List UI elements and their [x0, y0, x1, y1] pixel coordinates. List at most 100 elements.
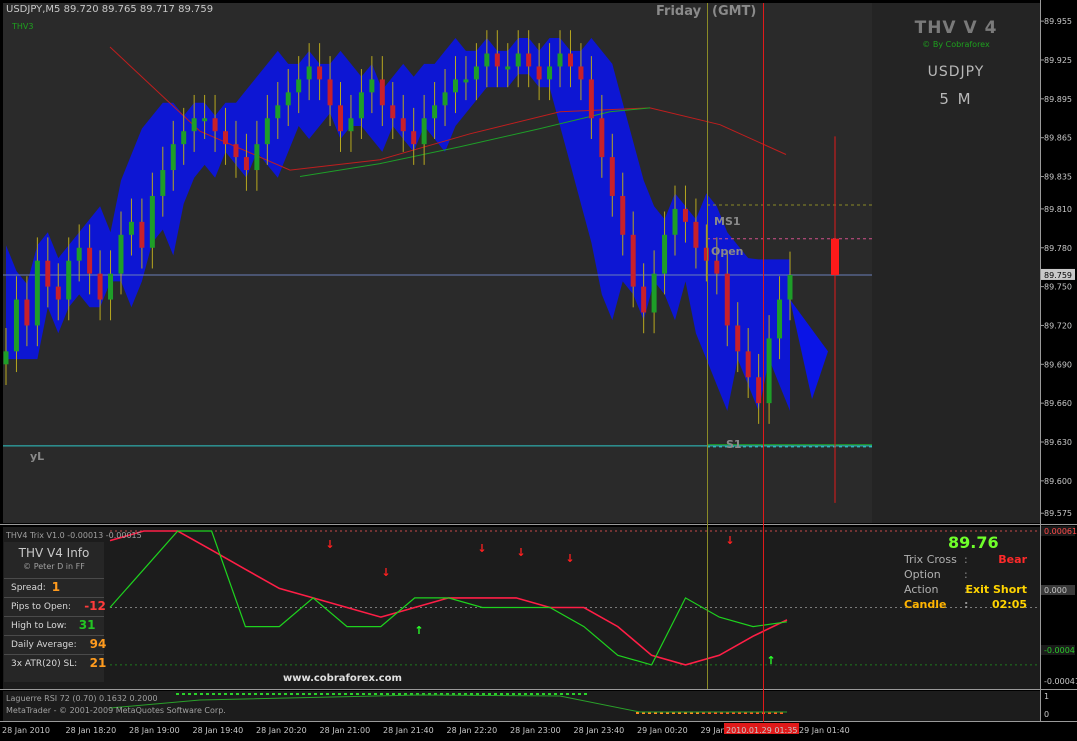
x-tick-label: 28 Jan 19:40: [193, 726, 244, 735]
candle-body: [3, 351, 9, 365]
info-row-label: Spread:: [11, 583, 46, 593]
candle-body: [693, 221, 699, 248]
candle-body: [275, 105, 281, 119]
y-tick-label: 89.630: [1044, 438, 1072, 447]
laguerre-dot: [506, 693, 509, 695]
trix-tick-label: -0.00041: [1044, 677, 1077, 686]
laguerre-dot: [206, 693, 209, 695]
trix-summary-value: 02:05: [991, 598, 1027, 611]
x-tick-label: 28 Jan 22:20: [447, 726, 498, 735]
candle-body: [34, 260, 40, 326]
x-tick-label: 28 Jan 2010: [2, 726, 50, 735]
laguerre-dot: [494, 693, 497, 695]
candle-body: [651, 273, 657, 313]
candle-body: [296, 79, 302, 93]
trix-summary-sep: :: [964, 598, 969, 611]
candle-body: [306, 66, 312, 80]
candle-body: [66, 260, 72, 300]
candle-body: [390, 105, 396, 119]
laguerre-dot: [314, 693, 317, 695]
x-tick-label: 28 Jan 18:20: [66, 726, 117, 735]
price-chart[interactable]: ↓ ↓ ↓ ↓ ↓ ↓ ↑ ↑ 0.00061 0.000 -0.0004 -0.00041 1 0 8…: [0, 0, 1077, 737]
candle-body: [285, 92, 291, 106]
candle-body: [557, 53, 563, 67]
candle-body: [432, 105, 438, 119]
laguerre-dot: [272, 693, 275, 695]
laguerre-dot: [236, 693, 239, 695]
y-tick-label: 89.895: [1044, 95, 1072, 104]
laguerre-dot: [398, 693, 401, 695]
laguerre-dot: [584, 693, 587, 695]
candle-body: [327, 79, 333, 106]
y-tick-label: 89.759: [1044, 271, 1072, 280]
trix-tick-label: 0.00061: [1044, 527, 1077, 536]
laguerre-dot: [392, 693, 395, 695]
laguerre-dot: [188, 693, 191, 695]
candle-body: [515, 53, 521, 67]
laguerre-dot: [326, 693, 329, 695]
candle-body: [411, 131, 417, 145]
indicator-tag: THV3: [12, 22, 34, 31]
candle-body: [160, 170, 166, 196]
candle-body: [599, 118, 605, 158]
brand-symbol: USDJPY: [927, 64, 985, 80]
candle-body: [243, 157, 249, 171]
info-row: Pips to Open: -12: [4, 597, 106, 616]
candle-body: [108, 273, 114, 300]
laguerre-dot: [488, 693, 491, 695]
candle-body: [317, 66, 323, 80]
candle-body: [714, 260, 720, 274]
laguerre-dot: [386, 693, 389, 695]
laguerre-dot: [452, 693, 455, 695]
candle-body: [55, 286, 61, 300]
y-tick-label: 89.780: [1044, 244, 1072, 253]
y-tick-label: 89.865: [1044, 134, 1072, 143]
laguerre-dot: [212, 693, 215, 695]
x-tick-label: 28 Jan 19:00: [129, 726, 180, 735]
candle-body: [567, 53, 573, 67]
trix-summary-sep: :: [964, 568, 968, 581]
candle-body: [379, 79, 385, 106]
candle-body: [97, 273, 103, 300]
info-row: Spread: 1: [4, 578, 104, 597]
info-row-value: -12: [84, 599, 106, 613]
candle-body: [672, 208, 678, 235]
x-tick-label: 2010.01.29 01:35: [726, 726, 797, 735]
y-tick-label: 89.750: [1044, 283, 1072, 292]
candle-body: [662, 234, 668, 274]
info-panel: THV V4 Info © Peter D in FF Spread: 1 Pips…: [4, 542, 106, 682]
candle-body: [831, 238, 839, 275]
candle-body: [118, 234, 124, 274]
laguerre-header: Laguerre RSI 72 (0.70) 0.1632 0.2000: [6, 694, 158, 703]
candle-body: [369, 79, 375, 93]
trix-summary-label: Action: [904, 583, 939, 596]
candle-body: [338, 105, 344, 132]
candle-body: [578, 66, 584, 80]
laguerre-dot: [182, 693, 185, 695]
laguerre-dot: [560, 693, 563, 695]
laguerre-dot: [572, 693, 575, 695]
laguerre-dot: [356, 693, 359, 695]
candle-body: [442, 92, 448, 106]
laguerre-dot: [512, 693, 515, 695]
info-row-label: High to Low:: [11, 621, 67, 631]
laguerre-dot: [320, 693, 323, 695]
laguerre-dot: [290, 693, 293, 695]
x-tick-label: 28 Jan 21:00: [320, 726, 371, 735]
website-label[interactable]: www.cobraforex.com: [283, 673, 402, 684]
laguerre-dot: [476, 693, 479, 695]
x-tick-label: 28 Jan 21:40: [383, 726, 434, 735]
brand-timeframe: 5 M: [939, 90, 973, 108]
laguerre-dot: [458, 693, 461, 695]
trix-summary-label: Trix Cross: [904, 553, 957, 566]
trix-header: THV4 Trix V1.0 -0.00013 -0.00015: [6, 531, 142, 540]
laguerre-dot: [254, 693, 257, 695]
laguerre-dot: [296, 693, 299, 695]
trix-summary-value: Exit Short: [965, 583, 1027, 596]
laguerre-dot: [224, 693, 227, 695]
brand-panel-bg: [872, 3, 1040, 523]
candle-body: [703, 247, 709, 261]
info-credit: © Peter D in FF: [23, 562, 85, 571]
trix-summary-sep: :: [964, 553, 968, 566]
laguerre-dot: [404, 693, 407, 695]
